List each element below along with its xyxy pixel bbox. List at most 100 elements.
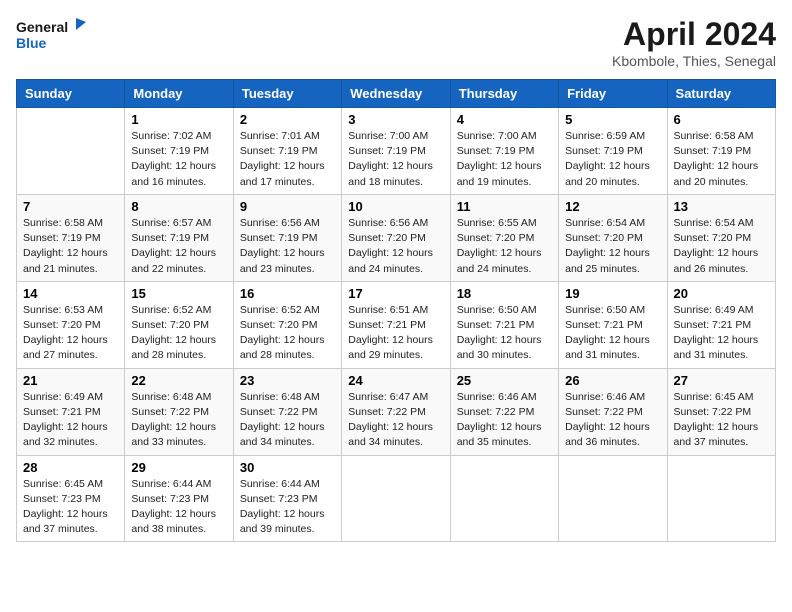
day-number: 19 — [565, 286, 660, 301]
calendar-cell: 21 Sunrise: 6:49 AM Sunset: 7:21 PM Dayli… — [17, 368, 125, 455]
day-number: 11 — [457, 199, 552, 214]
month-title: April 2024 — [612, 16, 776, 53]
col-header-saturday: Saturday — [667, 80, 775, 108]
day-number: 29 — [131, 460, 226, 475]
calendar-cell: 27 Sunrise: 6:45 AM Sunset: 7:22 PM Dayli… — [667, 368, 775, 455]
calendar-cell: 13Sunrise: 6:54 AM Sunset: 7:20 PM Dayli… — [667, 194, 775, 281]
calendar-cell: 19 Sunrise: 6:50 AM Sunset: 7:21 PM Dayli… — [559, 281, 667, 368]
day-info: Sunrise: 6:56 AM Sunset: 7:19 PM Dayligh… — [240, 216, 335, 277]
day-info: Sunrise: 6:49 AM Sunset: 7:21 PM Dayligh… — [23, 390, 118, 451]
calendar-cell: 20 Sunrise: 6:49 AM Sunset: 7:21 PM Dayli… — [667, 281, 775, 368]
day-info: Sunrise: 6:51 AM Sunset: 7:21 PM Dayligh… — [348, 303, 443, 364]
day-number: 14 — [23, 286, 118, 301]
day-number: 7 — [23, 199, 118, 214]
day-info: Sunrise: 6:52 AM Sunset: 7:20 PM Dayligh… — [240, 303, 335, 364]
day-number: 5 — [565, 112, 660, 127]
calendar-cell: 26 Sunrise: 6:46 AM Sunset: 7:22 PM Dayli… — [559, 368, 667, 455]
day-info: Sunrise: 6:50 AM Sunset: 7:21 PM Dayligh… — [457, 303, 552, 364]
day-info: Sunrise: 6:57 AM Sunset: 7:19 PM Dayligh… — [131, 216, 226, 277]
day-info: Sunrise: 6:46 AM Sunset: 7:22 PM Dayligh… — [565, 390, 660, 451]
calendar-cell: 18 Sunrise: 6:50 AM Sunset: 7:21 PM Dayli… — [450, 281, 558, 368]
day-info: Sunrise: 7:02 AM Sunset: 7:19 PM Dayligh… — [131, 129, 226, 190]
day-number: 26 — [565, 373, 660, 388]
day-number: 16 — [240, 286, 335, 301]
day-number: 22 — [131, 373, 226, 388]
calendar-cell: 28 Sunrise: 6:45 AM Sunset: 7:23 PM Dayli… — [17, 455, 125, 542]
calendar-cell: 22 Sunrise: 6:48 AM Sunset: 7:22 PM Dayli… — [125, 368, 233, 455]
day-info: Sunrise: 6:54 AM Sunset: 7:20 PM Dayligh… — [565, 216, 660, 277]
day-info: Sunrise: 6:44 AM Sunset: 7:23 PM Dayligh… — [131, 477, 226, 538]
calendar-cell: 10 Sunrise: 6:56 AM Sunset: 7:20 PM Dayli… — [342, 194, 450, 281]
col-header-tuesday: Tuesday — [233, 80, 341, 108]
calendar-cell: 9Sunrise: 6:56 AM Sunset: 7:19 PM Daylig… — [233, 194, 341, 281]
calendar-cell: 24 Sunrise: 6:47 AM Sunset: 7:22 PM Dayli… — [342, 368, 450, 455]
day-info: Sunrise: 6:45 AM Sunset: 7:23 PM Dayligh… — [23, 477, 118, 538]
calendar-cell: 11 Sunrise: 6:55 AM Sunset: 7:20 PM Dayli… — [450, 194, 558, 281]
day-info: Sunrise: 6:50 AM Sunset: 7:21 PM Dayligh… — [565, 303, 660, 364]
day-number: 30 — [240, 460, 335, 475]
day-number: 15 — [131, 286, 226, 301]
calendar-cell: 17 Sunrise: 6:51 AM Sunset: 7:21 PM Dayli… — [342, 281, 450, 368]
day-info: Sunrise: 6:47 AM Sunset: 7:22 PM Dayligh… — [348, 390, 443, 451]
day-info: Sunrise: 7:00 AM Sunset: 7:19 PM Dayligh… — [348, 129, 443, 190]
svg-text:General: General — [16, 19, 68, 35]
calendar-table: SundayMondayTuesdayWednesdayThursdayFrid… — [16, 79, 776, 542]
col-header-monday: Monday — [125, 80, 233, 108]
day-number: 8 — [131, 199, 226, 214]
day-info: Sunrise: 6:55 AM Sunset: 7:20 PM Dayligh… — [457, 216, 552, 277]
calendar-cell: 12Sunrise: 6:54 AM Sunset: 7:20 PM Dayli… — [559, 194, 667, 281]
col-header-thursday: Thursday — [450, 80, 558, 108]
calendar-cell — [17, 108, 125, 195]
day-number: 20 — [674, 286, 769, 301]
day-number: 17 — [348, 286, 443, 301]
calendar-cell — [450, 455, 558, 542]
col-header-sunday: Sunday — [17, 80, 125, 108]
day-info: Sunrise: 6:53 AM Sunset: 7:20 PM Dayligh… — [23, 303, 118, 364]
day-info: Sunrise: 6:48 AM Sunset: 7:22 PM Dayligh… — [240, 390, 335, 451]
logo: General Blue — [16, 16, 86, 58]
calendar-cell: 25 Sunrise: 6:46 AM Sunset: 7:22 PM Dayli… — [450, 368, 558, 455]
day-info: Sunrise: 6:48 AM Sunset: 7:22 PM Dayligh… — [131, 390, 226, 451]
day-number: 28 — [23, 460, 118, 475]
day-info: Sunrise: 6:52 AM Sunset: 7:20 PM Dayligh… — [131, 303, 226, 364]
day-number: 18 — [457, 286, 552, 301]
calendar-cell: 4 Sunrise: 7:00 AM Sunset: 7:19 PM Daylig… — [450, 108, 558, 195]
calendar-cell: 6 Sunrise: 6:58 AM Sunset: 7:19 PM Daylig… — [667, 108, 775, 195]
calendar-cell: 5 Sunrise: 6:59 AM Sunset: 7:19 PM Daylig… — [559, 108, 667, 195]
day-number: 6 — [674, 112, 769, 127]
location-subtitle: Kbombole, Thies, Senegal — [612, 53, 776, 69]
calendar-cell — [342, 455, 450, 542]
day-info: Sunrise: 7:01 AM Sunset: 7:19 PM Dayligh… — [240, 129, 335, 190]
col-header-friday: Friday — [559, 80, 667, 108]
day-number: 24 — [348, 373, 443, 388]
day-info: Sunrise: 6:56 AM Sunset: 7:20 PM Dayligh… — [348, 216, 443, 277]
day-info: Sunrise: 6:46 AM Sunset: 7:22 PM Dayligh… — [457, 390, 552, 451]
calendar-cell: 30 Sunrise: 6:44 AM Sunset: 7:23 PM Dayli… — [233, 455, 341, 542]
calendar-cell: 8 Sunrise: 6:57 AM Sunset: 7:19 PM Daylig… — [125, 194, 233, 281]
calendar-cell: 1 Sunrise: 7:02 AM Sunset: 7:19 PM Daylig… — [125, 108, 233, 195]
day-info: Sunrise: 6:54 AM Sunset: 7:20 PM Dayligh… — [674, 216, 769, 277]
day-number: 23 — [240, 373, 335, 388]
day-info: Sunrise: 6:44 AM Sunset: 7:23 PM Dayligh… — [240, 477, 335, 538]
calendar-cell: 3 Sunrise: 7:00 AM Sunset: 7:19 PM Daylig… — [342, 108, 450, 195]
day-number: 27 — [674, 373, 769, 388]
day-info: Sunrise: 6:45 AM Sunset: 7:22 PM Dayligh… — [674, 390, 769, 451]
svg-text:Blue: Blue — [16, 35, 47, 51]
day-number: 4 — [457, 112, 552, 127]
calendar-cell: 15 Sunrise: 6:52 AM Sunset: 7:20 PM Dayli… — [125, 281, 233, 368]
day-info: Sunrise: 7:00 AM Sunset: 7:19 PM Dayligh… — [457, 129, 552, 190]
day-number: 1 — [131, 112, 226, 127]
day-number: 25 — [457, 373, 552, 388]
calendar-cell: 14 Sunrise: 6:53 AM Sunset: 7:20 PM Dayli… — [17, 281, 125, 368]
day-number: 3 — [348, 112, 443, 127]
day-info: Sunrise: 6:59 AM Sunset: 7:19 PM Dayligh… — [565, 129, 660, 190]
day-info: Sunrise: 6:58 AM Sunset: 7:19 PM Dayligh… — [674, 129, 769, 190]
calendar-cell: 16 Sunrise: 6:52 AM Sunset: 7:20 PM Dayli… — [233, 281, 341, 368]
calendar-cell: 2 Sunrise: 7:01 AM Sunset: 7:19 PM Daylig… — [233, 108, 341, 195]
day-info: Sunrise: 6:58 AM Sunset: 7:19 PM Dayligh… — [23, 216, 118, 277]
day-number: 2 — [240, 112, 335, 127]
day-number: 21 — [23, 373, 118, 388]
title-area: April 2024 Kbombole, Thies, Senegal — [612, 16, 776, 69]
day-number: 10 — [348, 199, 443, 214]
day-info: Sunrise: 6:49 AM Sunset: 7:21 PM Dayligh… — [674, 303, 769, 364]
